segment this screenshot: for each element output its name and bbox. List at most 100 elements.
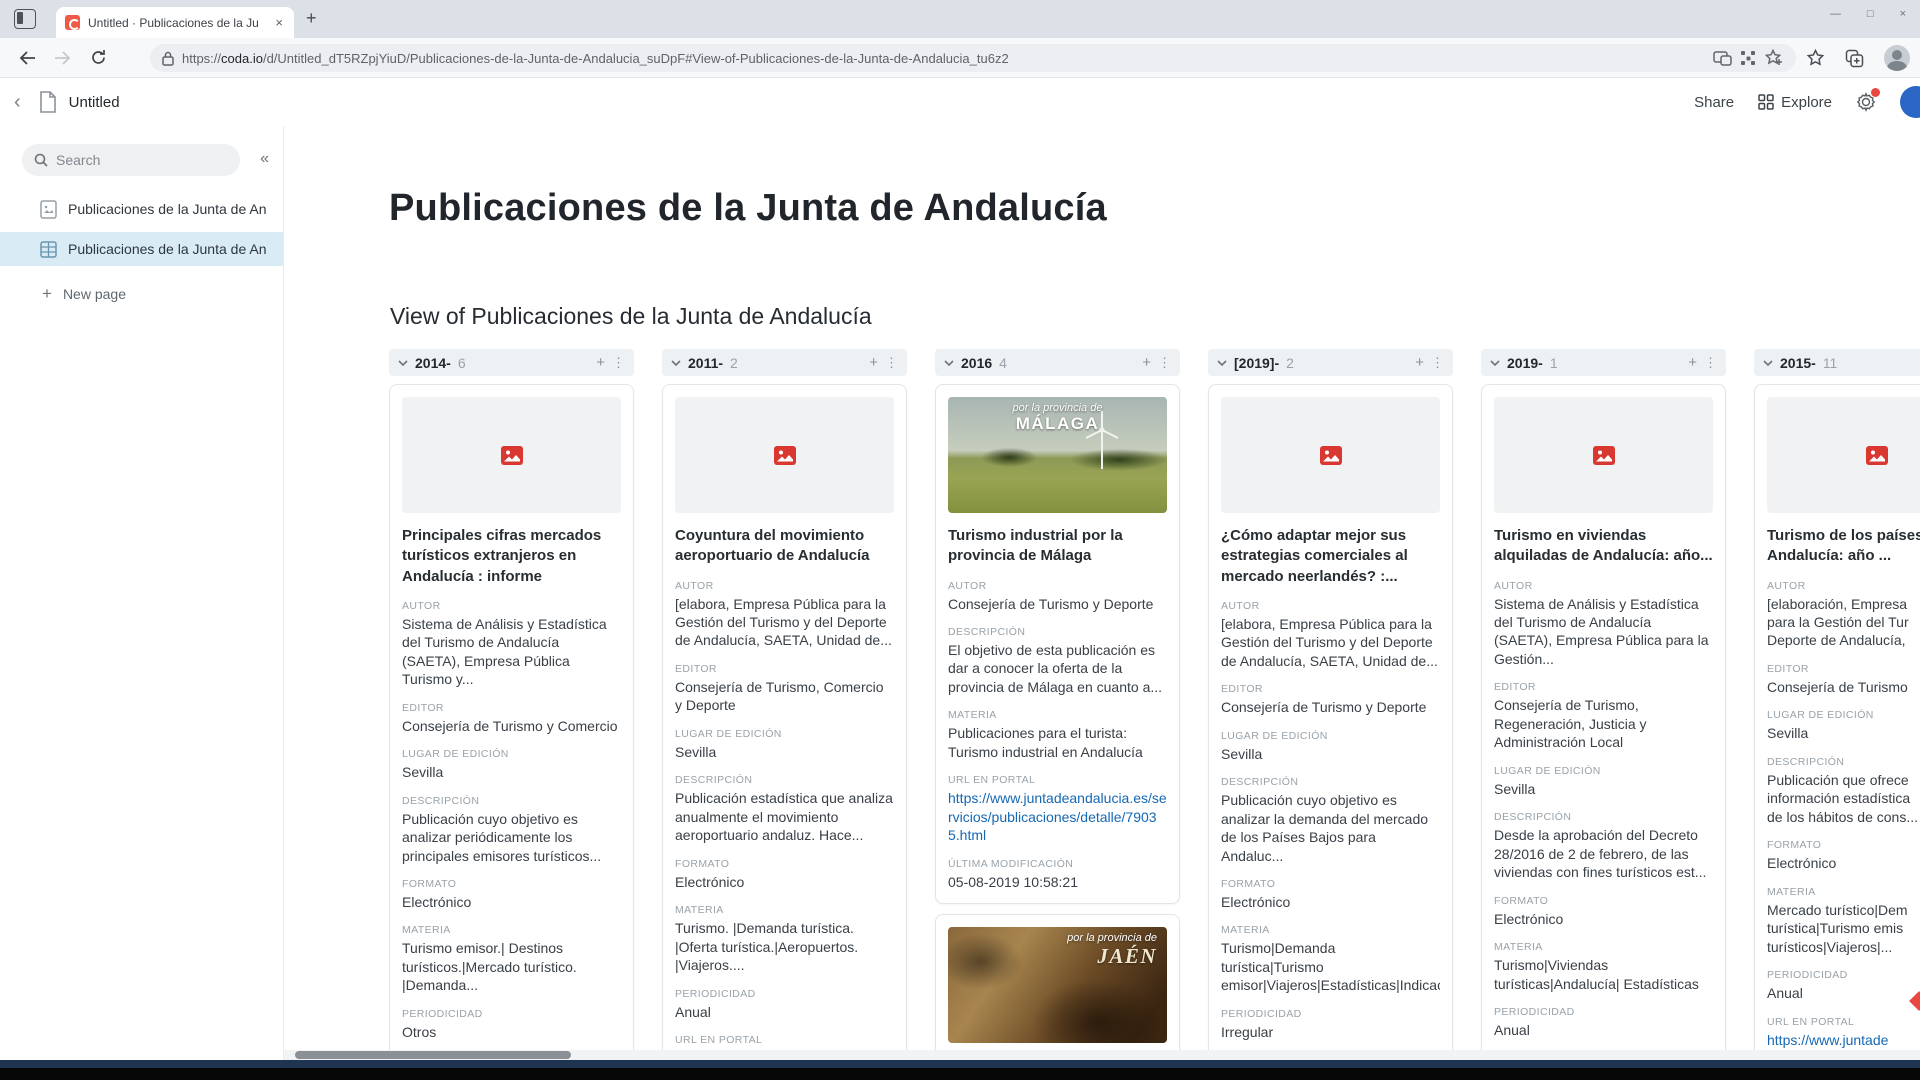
- copy-collections-icon[interactable]: [1845, 49, 1864, 68]
- field-label: DESCRIPCIÓN: [1767, 756, 1920, 768]
- window-close-button[interactable]: ×: [1900, 8, 1906, 20]
- field-value: Consejería de Turismo y Deporte: [1221, 698, 1440, 716]
- explore-grid-icon: [1758, 94, 1774, 110]
- browser-profile-avatar[interactable]: [1884, 45, 1910, 71]
- column-header[interactable]: 2011-2+⋮: [662, 349, 907, 376]
- add-card-button[interactable]: +: [1142, 355, 1151, 370]
- doc-title[interactable]: Untitled: [69, 94, 120, 111]
- field-value: Anual: [1767, 984, 1920, 1002]
- column-count: 1: [1550, 355, 1558, 371]
- explore-button[interactable]: Explore: [1758, 94, 1832, 111]
- doc-back-chevron-icon[interactable]: ‹: [14, 91, 21, 114]
- chevron-down-icon: [944, 360, 954, 366]
- new-page-button[interactable]: + New page: [0, 284, 283, 304]
- tab-title: Untitled · Publicaciones de la Ju: [88, 16, 265, 30]
- field-value: Turismo|Demanda turística|Turismo emisor…: [1221, 939, 1440, 994]
- favorite-star-icon[interactable]: [1765, 49, 1784, 67]
- field-value: Turismo|Viviendas turísticas|Andalucía| …: [1494, 956, 1713, 993]
- window-minimize-button[interactable]: —: [1830, 8, 1841, 20]
- column-header[interactable]: [2019]-2+⋮: [1208, 349, 1453, 376]
- column-header[interactable]: 20164+⋮: [935, 349, 1180, 376]
- field-label: LUGAR DE EDICIÓN: [402, 748, 621, 760]
- field-value: Sistema de Análisis y Estadística del Tu…: [402, 615, 621, 689]
- publication-card[interactable]: Turismo de los países Andalucía: año ...…: [1754, 384, 1920, 1050]
- field-value: Sevilla: [1767, 724, 1920, 742]
- image-caption-main: JAÉN: [948, 944, 1157, 969]
- field-value-link[interactable]: https://www.juntadeandalucia.es/servicio…: [948, 789, 1167, 844]
- publication-card[interactable]: Turismo en viviendas alquiladas de Andal…: [1481, 384, 1726, 1050]
- field-label: PERIODICIDAD: [675, 988, 894, 1000]
- field-value: Sistema de Análisis y Estadística del Tu…: [1494, 595, 1713, 669]
- column-header[interactable]: 2015-11+⋮: [1754, 349, 1920, 376]
- column-menu-button[interactable]: ⋮: [1431, 356, 1444, 369]
- add-card-button[interactable]: +: [1415, 355, 1424, 370]
- publication-card[interactable]: Principales cifras mercados turísticos e…: [389, 384, 634, 1050]
- field-value: [elaboración, Empresa para la Gestión de…: [1767, 595, 1920, 650]
- column-header[interactable]: 2019-1+⋮: [1481, 349, 1726, 376]
- coda-profile-avatar[interactable]: [1900, 86, 1920, 118]
- column-menu-button[interactable]: ⋮: [1158, 356, 1171, 369]
- card-cover-image: por la provincia deMÁLAGA: [948, 397, 1167, 513]
- field-value-link[interactable]: https://www.juntade ervicios/publicacion…: [1767, 1031, 1920, 1050]
- field-label: MATERIA: [675, 904, 894, 916]
- tab-actions-icon[interactable]: [14, 9, 36, 29]
- column-menu-button[interactable]: ⋮: [1704, 356, 1717, 369]
- refresh-icon[interactable]: [90, 49, 107, 66]
- tab-close-icon[interactable]: ×: [273, 15, 285, 30]
- field-label: ÚLTIMA MODIFICACIÓN: [948, 858, 1167, 870]
- workspaces-grid-icon[interactable]: [1740, 50, 1757, 67]
- field-value: [elabora, Empresa Pública para la Gestió…: [675, 595, 894, 650]
- chevron-down-icon: [398, 360, 408, 366]
- coda-favicon-icon: [65, 15, 80, 30]
- browser-toolbar: https://coda.io/d/Untitled_dT5RZpjYiuD/P…: [0, 38, 1920, 78]
- image-caption-main: MÁLAGA: [948, 414, 1167, 434]
- browser-tab[interactable]: Untitled · Publicaciones de la Ju ×: [56, 7, 294, 38]
- add-card-button[interactable]: +: [1688, 355, 1697, 370]
- window-maximize-button[interactable]: □: [1867, 8, 1874, 20]
- address-bar[interactable]: https://coda.io/d/Untitled_dT5RZpjYiuD/P…: [150, 44, 1796, 72]
- field-value: Electrónico: [675, 873, 894, 891]
- field-value: Consejería de Turismo, Regeneración, Jus…: [1494, 696, 1713, 751]
- back-icon[interactable]: [18, 50, 36, 66]
- scrollbar-thumb[interactable]: [295, 1051, 571, 1059]
- card-title: Principales cifras mercados turísticos e…: [402, 526, 621, 587]
- publication-card[interactable]: por la provincia deJAÉNTurismo industria…: [935, 914, 1180, 1050]
- publication-card[interactable]: ¿Cómo adaptar mejor sus estrategias come…: [1208, 384, 1453, 1050]
- field-label: DESCRIPCIÓN: [402, 795, 621, 807]
- search-input[interactable]: Search: [22, 144, 240, 176]
- column-menu-button[interactable]: ⋮: [885, 356, 898, 369]
- settings-gear-button[interactable]: [1856, 92, 1876, 112]
- sidebar-item-publicaciones-2[interactable]: Publicaciones de la Junta de An: [0, 232, 283, 266]
- publication-card[interactable]: Coyuntura del movimiento aeroportuario d…: [662, 384, 907, 1050]
- board-column: 2019-1+⋮Turismo en viviendas alquiladas …: [1481, 349, 1726, 1050]
- view-title[interactable]: View of Publicaciones de la Junta de And…: [390, 302, 1920, 330]
- share-button[interactable]: Share: [1694, 94, 1734, 111]
- column-menu-button[interactable]: ⋮: [612, 356, 625, 369]
- table-icon: [40, 241, 57, 258]
- field-label: DESCRIPCIÓN: [1494, 811, 1713, 823]
- column-header[interactable]: 2014-6+⋮: [389, 349, 634, 376]
- page-title[interactable]: Publicaciones de la Junta de Andalucía: [389, 186, 1920, 230]
- plus-icon: +: [42, 284, 52, 304]
- field-label: LUGAR DE EDICIÓN: [675, 728, 894, 740]
- field-label: MATERIA: [1767, 886, 1920, 898]
- add-card-button[interactable]: +: [596, 355, 605, 370]
- sidebar-collapse-icon[interactable]: «: [260, 150, 269, 168]
- collections-hub-icon[interactable]: [1806, 49, 1825, 67]
- field-value: Publicación cuyo objetivo es analizar pe…: [402, 810, 621, 865]
- chevron-down-icon: [671, 360, 681, 366]
- lock-icon: [162, 51, 174, 66]
- sidebar-item-publicaciones-1[interactable]: Publicaciones de la Junta de An: [0, 192, 283, 226]
- horizontal-scrollbar[interactable]: [284, 1050, 1920, 1060]
- card-image-placeholder: [1221, 397, 1440, 513]
- new-tab-button[interactable]: +: [306, 8, 317, 29]
- field-value: [elabora, Empresa Pública para la Gestió…: [1221, 615, 1440, 670]
- add-card-button[interactable]: +: [869, 355, 878, 370]
- split-screen-icon[interactable]: [1713, 51, 1732, 66]
- column-label: [2019]-: [1234, 355, 1279, 371]
- field-label: LUGAR DE EDICIÓN: [1494, 765, 1713, 777]
- publication-card[interactable]: por la provincia deMÁLAGATurismo industr…: [935, 384, 1180, 904]
- field-label: EDITOR: [1221, 683, 1440, 695]
- image-caption: por la provincia deMÁLAGA: [948, 402, 1167, 434]
- forward-icon[interactable]: [54, 50, 72, 66]
